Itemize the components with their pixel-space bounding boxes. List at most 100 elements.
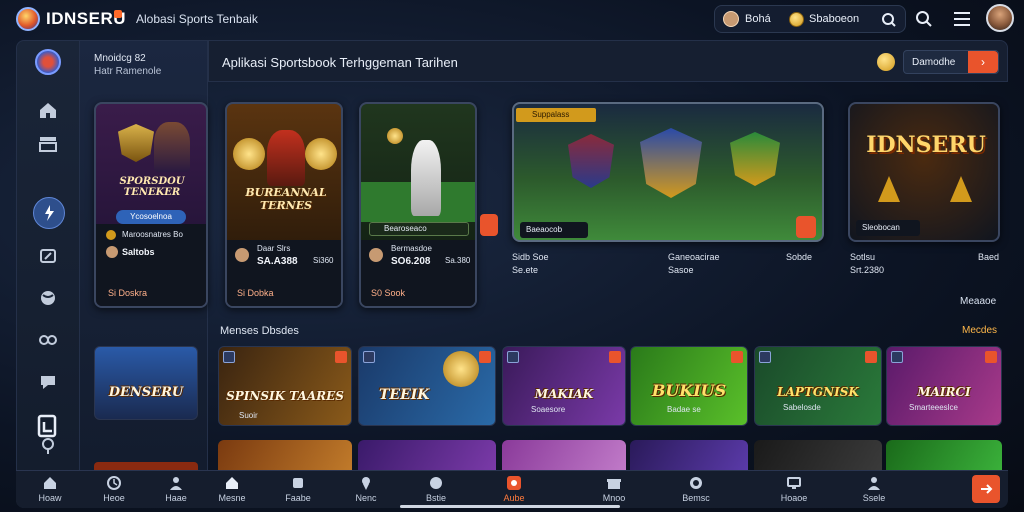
home-icon[interactable] <box>37 99 59 121</box>
share-icon <box>981 484 993 494</box>
search-icon[interactable] <box>881 12 897 28</box>
trophy-icon <box>878 176 900 202</box>
card-cta-button[interactable]: Ycosoelnoa <box>116 210 186 224</box>
card-line2: Saltobs <box>122 247 155 257</box>
card-tag[interactable]: Bearoseaco <box>369 222 469 236</box>
view-all-link-top[interactable]: Meaaoe <box>960 296 996 307</box>
nav-item-active[interactable]: Aube <box>486 471 542 509</box>
tile-category-icon <box>759 351 771 363</box>
pin-icon <box>362 477 370 490</box>
home-indicator <box>400 505 620 508</box>
game-tile[interactable]: BUKIUS Badae se <box>630 346 748 426</box>
player-figure <box>411 140 441 216</box>
player-avatar <box>106 246 118 258</box>
nav-item-live[interactable]: Nenc <box>338 471 394 509</box>
search-icon[interactable] <box>914 9 934 29</box>
game-tile-peek[interactable] <box>218 440 352 470</box>
tile-category-icon <box>223 351 235 363</box>
game-tile-peek[interactable] <box>754 440 882 470</box>
user-name: Bohá <box>745 13 771 25</box>
tile-title: BUKIUS <box>651 381 727 400</box>
card-footer: Maroosnatres Bo Saltobs Si Doskra <box>96 224 206 306</box>
tile-title: TEEIK <box>379 387 430 403</box>
tile-category-icon <box>507 351 519 363</box>
sports-icon[interactable] <box>38 202 60 224</box>
card-footer: Bermasdoe SO6.208 Sa.380 S0 Sook <box>361 240 475 306</box>
play-icon <box>507 476 521 490</box>
game-tile-peek[interactable] <box>358 440 496 470</box>
tile-hot-icon <box>335 351 347 363</box>
share-button[interactable] <box>972 475 1000 503</box>
view-all-link[interactable]: Mecdes <box>962 325 997 336</box>
nav-item-history[interactable]: Hoaoe <box>766 471 822 509</box>
game-tile[interactable]: MAKIAK Soaesore <box>502 346 626 426</box>
card-extra: Si360 <box>313 256 334 265</box>
nav-label: Faabe <box>285 493 311 503</box>
coin-icon <box>789 12 804 27</box>
live-icon[interactable] <box>37 329 59 351</box>
chat-icon[interactable] <box>37 371 59 393</box>
shield-logo-icon[interactable] <box>35 49 61 75</box>
featured-card[interactable]: Bearoseaco Bermasdoe SO6.208 Sa.380 S0 S… <box>359 102 477 308</box>
nav-label: Hoaw <box>38 493 62 503</box>
featured-card[interactable]: SPORSDOU TENEKER Ycosoelnoa Maroosnatres… <box>94 102 208 308</box>
brand-logo-icon[interactable] <box>16 7 40 31</box>
nav-label: Bemsc <box>682 493 710 503</box>
main-header: Aplikasi Sportsbook Terhggeman Tarihen D… <box>208 40 1008 82</box>
tray-icon[interactable] <box>37 133 59 155</box>
match-line1: Sidb Soe <box>512 252 549 262</box>
profile-avatar[interactable] <box>986 4 1014 32</box>
game-tile[interactable]: SPINSIK TAARES Suoir <box>218 346 352 426</box>
nav-item-profile[interactable]: Haae <box>148 471 204 509</box>
user-account-pill[interactable]: Bohá Sbaboeon <box>714 5 906 33</box>
card-extra: Sa.380 <box>445 256 471 265</box>
arrow-right-icon: › <box>968 51 998 73</box>
card-title: SPORSDOU TENEKER <box>119 176 185 198</box>
game-tile-peek[interactable] <box>502 440 626 470</box>
featured-card[interactable]: BUREANNAL TERNES Daar Slrs SA.A388 Si360… <box>225 102 343 308</box>
team-crest-icon <box>568 134 614 188</box>
tile-title: DENSERU <box>108 385 184 400</box>
location-icon[interactable] <box>37 435 59 457</box>
game-tile-peek[interactable] <box>630 440 748 470</box>
user-icon <box>170 477 182 490</box>
deposit-button[interactable]: Damodhe › <box>903 50 999 74</box>
card-odd[interactable]: Si Dobka <box>237 288 274 298</box>
card-tag[interactable]: Sleobocan <box>856 220 920 236</box>
next-arrow-icon[interactable] <box>796 216 816 238</box>
nav-item-stats[interactable]: Bstie <box>408 471 464 509</box>
nav-item-account[interactable]: Ssele <box>846 471 902 509</box>
card-odd[interactable]: S0 Sook <box>371 288 405 298</box>
tile-title: MAIRCI <box>917 385 971 399</box>
nav-item-home-main[interactable]: Mesne <box>204 471 260 509</box>
game-tile[interactable]: TEEIK <box>358 346 496 426</box>
casino-icon[interactable] <box>37 245 59 267</box>
featured-card[interactable]: IDNSERU Sleobocan <box>848 102 1000 242</box>
match-extra2: Sasoe <box>668 265 694 275</box>
nav-label: Mnoo <box>602 493 626 503</box>
menu-icon[interactable] <box>952 9 972 29</box>
card-odd[interactable]: Si Doskra <box>108 288 147 298</box>
nav-item-rewards[interactable]: Mnoo <box>586 471 642 509</box>
side-promo-tile[interactable]: DENSERU <box>94 346 198 420</box>
clock-icon <box>107 476 121 490</box>
nav-item-casino[interactable]: Faabe <box>270 471 326 509</box>
brand-subtitle: Alobasi Sports Tenbaik <box>136 12 258 26</box>
next-arrow-icon[interactable] <box>480 214 498 236</box>
featured-card[interactable]: Suppalass Baeaocob <box>512 102 824 242</box>
ball-icon[interactable] <box>37 287 59 309</box>
game-tile[interactable]: MAIRCI Smarteeeslce <box>886 346 1002 426</box>
bottom-nav: Hoaw Heoe Haae Mesne Faabe Nenc Bstie Au… <box>16 470 1008 508</box>
nav-item-home[interactable]: Hoaw <box>22 471 78 509</box>
card-tag-secondary[interactable]: Baeaocob <box>520 222 588 238</box>
stats-icon <box>430 477 442 489</box>
match-line2: Srt.2380 <box>850 265 885 275</box>
tile-subtitle: Smarteeeslce <box>909 403 958 412</box>
team-crest-icon <box>730 132 780 186</box>
nav-item-promo[interactable]: Bemsc <box>668 471 724 509</box>
card-tag: Suppalass <box>516 108 596 122</box>
nav-item-sports[interactable]: Heoe <box>86 471 142 509</box>
game-tile[interactable]: LAPTGNISK Sabelosde <box>754 346 882 426</box>
brand-badge-icon <box>114 10 122 18</box>
game-tile-peek[interactable] <box>886 440 1002 470</box>
